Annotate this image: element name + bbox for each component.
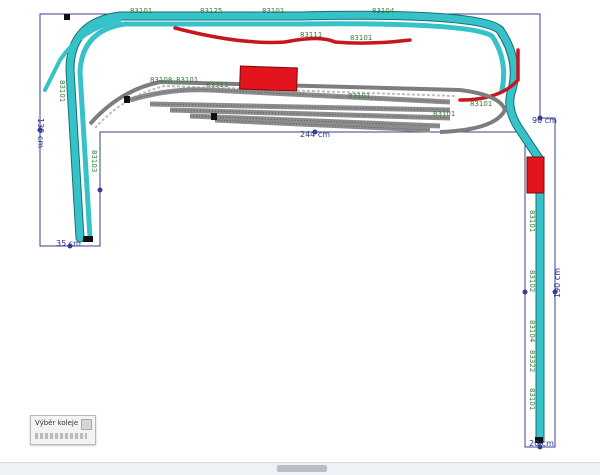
- track-code: 83101: [130, 7, 152, 15]
- dim-width-top: 35 cm: [56, 239, 81, 248]
- track-code: 83101: [528, 388, 536, 410]
- scrollbar-thumb[interactable]: [277, 465, 327, 472]
- track-code: 83101: [350, 34, 372, 42]
- track-code: 83322: [528, 350, 536, 372]
- track-code: 83102: [528, 270, 536, 292]
- track-codes: 83125 83101 83104 83111 83101 83101 8331…: [58, 7, 536, 410]
- track-code: 83311: [206, 81, 228, 89]
- track-code: 83101: [348, 92, 370, 100]
- baseboard-outline: [39, 13, 556, 448]
- track-code: 83101: [58, 80, 66, 102]
- track-code: 83101: [262, 7, 284, 15]
- track-code: 83101: [176, 76, 198, 84]
- station-building[interactable]: [239, 65, 298, 92]
- track-code: 83108: [150, 76, 172, 84]
- horizontal-scrollbar[interactable]: [0, 462, 600, 475]
- depot-building[interactable]: [526, 156, 545, 194]
- track-code: 83125: [200, 7, 222, 15]
- track-selection-panel[interactable]: Výběr koleje: [30, 415, 96, 445]
- layout-canvas[interactable]: 35 cm 20 cm 244 cm 130 cm 190 cm 90 cm 8…: [0, 0, 600, 474]
- track-code: 83111: [300, 31, 322, 39]
- dim-length-right: 190 cm: [553, 268, 562, 298]
- dim-width-bottom: 20 cm: [529, 439, 554, 448]
- track-code: 83104: [528, 320, 536, 343]
- dimension-handles[interactable]: [37, 115, 558, 450]
- track-code: 83101: [470, 100, 492, 108]
- track-code: 83104: [372, 7, 395, 15]
- dim-length-middle: 244 cm: [300, 130, 330, 139]
- track-code: 83103: [90, 150, 98, 172]
- buffer-stops: [64, 14, 543, 443]
- track-code: 83101: [528, 210, 536, 232]
- track-code: 83101: [433, 110, 455, 118]
- panel-close-button[interactable]: [81, 419, 92, 430]
- dim-length-corner: 90 cm: [532, 116, 557, 125]
- station-yard[interactable]: [129, 87, 451, 133]
- panel-track-row[interactable]: [35, 433, 87, 439]
- dim-length-left: 130 cm: [36, 118, 45, 148]
